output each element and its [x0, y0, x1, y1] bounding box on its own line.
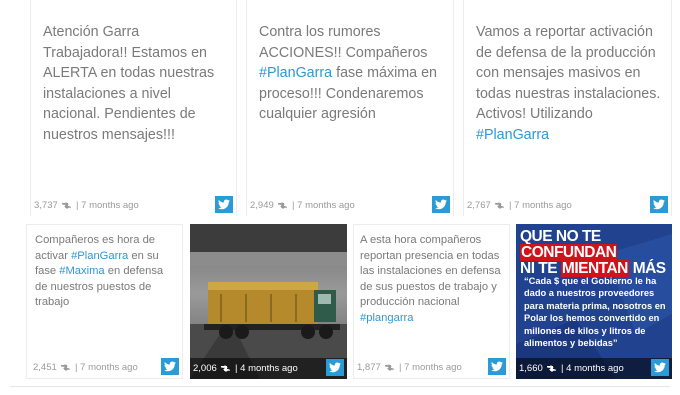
tweet-time: 4 months ago	[240, 363, 298, 374]
retweet-icon	[61, 202, 72, 209]
tweet-time: 7 months ago	[80, 362, 138, 373]
tweet-text: Compañeros es hora de activar #PlanGarra…	[35, 234, 164, 309]
tweet-time: 7 months ago	[514, 200, 572, 211]
retweet-icon	[494, 202, 505, 209]
twitter-icon[interactable]	[488, 358, 506, 375]
retweet-count: 2,949	[250, 200, 274, 211]
tweet-meta: 2,451 | 7 months ago	[33, 362, 138, 373]
twitter-icon[interactable]	[650, 196, 668, 213]
retweet-count: 1,660	[519, 363, 543, 374]
retweet-icon	[546, 365, 557, 372]
hashtag-link[interactable]: #plangarra	[360, 312, 414, 324]
poster-tweet-card[interactable]: QUE NO TE CONFUNDAN NI TE MIENTAN MÁS “C…	[516, 224, 672, 379]
tweet-meta: 2,949 | 7 months ago	[250, 200, 355, 211]
hashtag-link[interactable]: #PlanGarra	[71, 250, 128, 262]
tweet-card[interactable]: Atención Garra Trabajadora!! Estamos en …	[30, 0, 237, 216]
truck-video-thumbnail[interactable]	[190, 224, 347, 379]
tweet-meta: 1,877 | 7 months ago	[357, 362, 462, 373]
tweet-card[interactable]: Compañeros es hora de activar #PlanGarra…	[26, 224, 183, 379]
retweet-count: 2,006	[193, 363, 217, 374]
tweet-text: Atención Garra Trabajadora!! Estamos en …	[43, 24, 215, 143]
bottom-divider	[10, 386, 670, 387]
retweet-icon	[60, 364, 71, 371]
hashtag-link[interactable]: #Maxima	[59, 265, 104, 277]
twitter-icon[interactable]	[215, 196, 233, 213]
poster-quote: “Cada $ que el Gobierno le ha dado a nue…	[524, 276, 666, 349]
tweet-text: Contra los rumores ACCIONES!! Compañeros…	[259, 24, 438, 122]
tweet-meta: 2,006 | 4 months ago	[193, 363, 298, 374]
twitter-icon[interactable]	[651, 359, 669, 376]
retweet-icon	[384, 364, 395, 371]
tweet-time: 7 months ago	[81, 200, 139, 211]
video-tweet-card[interactable]: 2,006 | 4 months ago	[190, 224, 347, 379]
poster-heading: QUE NO TE CONFUNDAN NI TE MIENTAN MÁS	[520, 228, 666, 277]
retweet-count: 1,877	[357, 362, 381, 373]
hashtag-link[interactable]: #PlanGarra	[259, 65, 332, 81]
tweet-meta: 1,660 | 4 months ago	[519, 363, 624, 374]
tweet-card[interactable]: A esta hora compañeros reportan presenci…	[353, 224, 510, 379]
tweet-card[interactable]: Vamos a reportar activación de defensa d…	[463, 0, 672, 216]
tweet-time: 7 months ago	[297, 200, 355, 211]
retweet-icon	[277, 202, 288, 209]
tweet-text: Vamos a reportar activación de defensa d…	[476, 24, 661, 143]
tweet-meta: 3,737 | 7 months ago	[34, 200, 139, 211]
retweet-icon	[220, 365, 231, 372]
retweet-count: 2,767	[467, 200, 491, 211]
twitter-icon[interactable]	[326, 359, 344, 376]
tweet-time: 7 months ago	[404, 362, 462, 373]
hashtag-link[interactable]: #PlanGarra	[476, 127, 549, 143]
twitter-icon[interactable]	[432, 196, 450, 213]
tweet-meta: 2,767 | 7 months ago	[467, 200, 572, 211]
twitter-icon[interactable]	[161, 358, 179, 375]
retweet-count: 3,737	[34, 200, 58, 211]
tweet-card[interactable]: Contra los rumores ACCIONES!! Compañeros…	[246, 0, 454, 216]
retweet-count: 2,451	[33, 362, 57, 373]
tweet-time: 4 months ago	[566, 363, 624, 374]
tweet-text: A esta hora compañeros reportan presenci…	[360, 234, 501, 324]
